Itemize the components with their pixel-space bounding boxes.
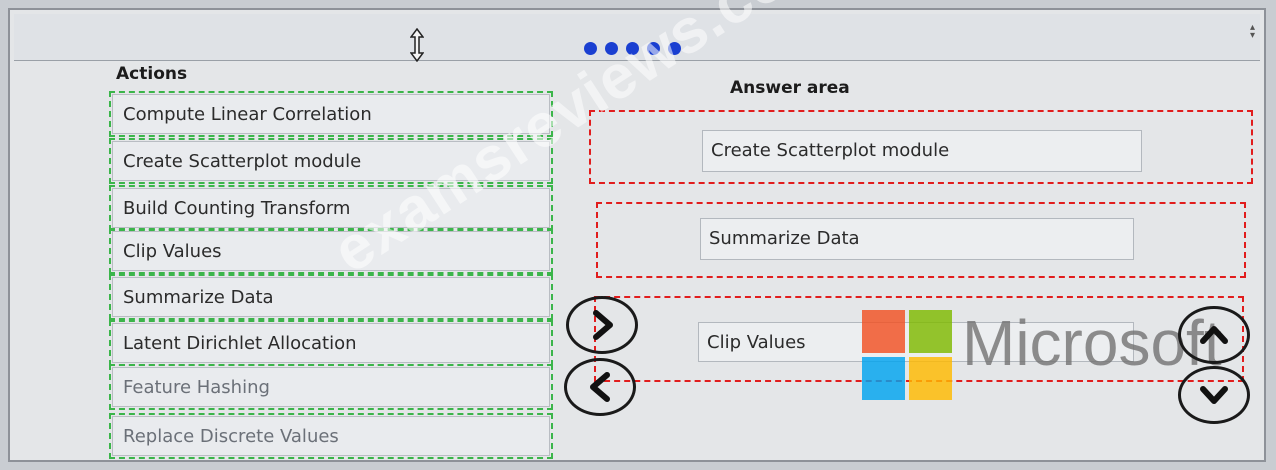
logo-square-yellow bbox=[909, 357, 952, 400]
chevron-left-icon bbox=[590, 372, 610, 402]
logo-square-green bbox=[909, 310, 952, 353]
action-feature-hashing[interactable]: Feature Hashing bbox=[109, 364, 553, 410]
move-up-button[interactable] bbox=[1178, 306, 1250, 364]
action-create-scatterplot-module[interactable]: Create Scatterplot module bbox=[109, 138, 553, 184]
action-latent-dirichlet-allocation[interactable]: Latent Dirichlet Allocation bbox=[109, 320, 553, 366]
answer-item-summarize-data[interactable]: Summarize Data bbox=[700, 218, 1134, 260]
answer-item-create-scatterplot-module[interactable]: Create Scatterplot module bbox=[702, 130, 1142, 172]
pager-dots-icon bbox=[584, 42, 681, 55]
answer-area-heading: Answer area bbox=[730, 78, 850, 98]
pager-dot bbox=[605, 42, 618, 55]
microsoft-logo bbox=[862, 310, 954, 402]
action-clip-values[interactable]: Clip Values bbox=[109, 228, 553, 274]
logo-square-red bbox=[862, 310, 905, 353]
move-down-button[interactable] bbox=[1178, 366, 1250, 424]
pager-dot bbox=[647, 42, 660, 55]
chevron-down-icon bbox=[1200, 386, 1228, 404]
scroll-arrows-icon[interactable]: ▴ ▾ bbox=[1250, 23, 1260, 41]
actions-heading: Actions bbox=[116, 64, 188, 84]
pager-dot bbox=[668, 42, 681, 55]
pager-dot bbox=[584, 42, 597, 55]
chevron-right-icon bbox=[593, 310, 613, 340]
action-replace-discrete-values[interactable]: Replace Discrete Values bbox=[109, 413, 553, 459]
move-right-button[interactable] bbox=[566, 296, 638, 354]
vertical-resize-icon[interactable] bbox=[410, 28, 424, 62]
action-compute-linear-correlation[interactable]: Compute Linear Correlation bbox=[109, 91, 553, 137]
pager-dot bbox=[626, 42, 639, 55]
chevron-up-icon bbox=[1200, 326, 1228, 344]
action-build-counting-transform[interactable]: Build Counting Transform bbox=[109, 185, 553, 231]
move-left-button[interactable] bbox=[564, 358, 636, 416]
logo-square-blue bbox=[862, 357, 905, 400]
action-summarize-data[interactable]: Summarize Data bbox=[109, 274, 553, 320]
